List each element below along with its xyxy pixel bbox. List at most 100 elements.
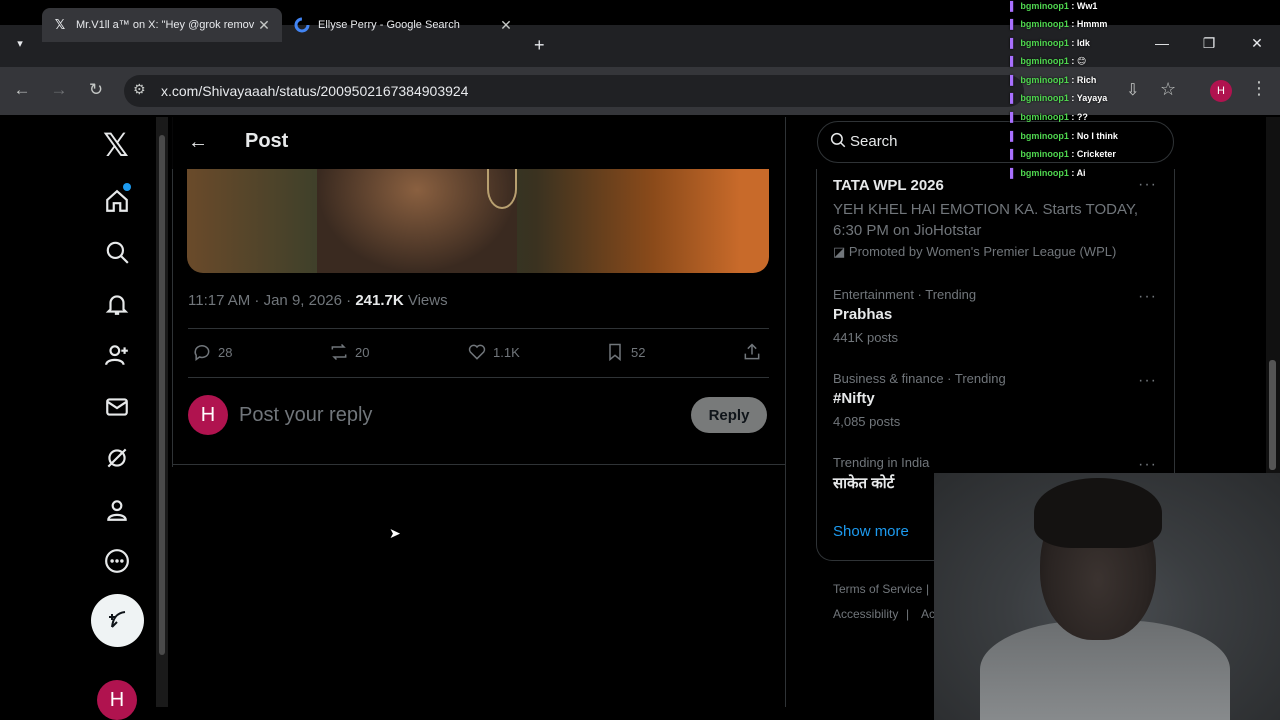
bookmark-star-icon[interactable]: ☆ xyxy=(1160,79,1176,100)
share-action[interactable] xyxy=(742,342,768,362)
right-scrollbar-thumb[interactable] xyxy=(1269,360,1276,470)
post-media-image[interactable] xyxy=(187,169,769,273)
url-text[interactable]: x.com/Shivayaaah/status/2009502167384903… xyxy=(161,83,468,99)
footer-terms-link[interactable]: Terms of Service xyxy=(833,582,922,596)
chat-message: ▌ bgminoop1 : Ai xyxy=(1010,168,1086,178)
promoted-by-label: Promoted by Women's Premier League (WPL) xyxy=(848,244,1117,259)
chat-text: 😊 xyxy=(1076,56,1087,66)
chat-user: bgminoop1 xyxy=(1020,56,1069,66)
close-tab-icon[interactable]: ✕ xyxy=(498,17,514,34)
promoted-icon: ◪ xyxy=(833,244,849,259)
trend-title[interactable]: साकेत कोर्ट xyxy=(833,473,894,493)
compose-post-button[interactable] xyxy=(91,594,144,647)
repost-action[interactable]: 20 xyxy=(329,342,369,362)
views-count: 241.7K xyxy=(355,292,404,309)
minimize-icon[interactable]: — xyxy=(1150,35,1174,51)
chat-badge-icon: ▌ xyxy=(1010,131,1017,141)
reload-icon[interactable]: ↻ xyxy=(84,80,108,100)
profile-avatar[interactable]: H xyxy=(1210,80,1232,102)
bookmark-action[interactable]: 52 xyxy=(605,342,645,362)
account-avatar[interactable]: H xyxy=(97,680,137,720)
chat-text: Ww1 xyxy=(1076,1,1098,11)
show-more-link[interactable]: Show more xyxy=(833,523,909,540)
repost-count: 20 xyxy=(355,344,370,360)
site-info-icon[interactable]: ⚙ xyxy=(133,81,146,98)
grok-icon[interactable] xyxy=(99,440,135,476)
footer-accessibility-link[interactable]: Accessibility xyxy=(833,607,898,621)
reply-icon xyxy=(194,345,210,361)
trend-title[interactable]: #Nifty xyxy=(833,390,875,407)
chat-message: ▌ bgminoop1 : Yayaya xyxy=(1010,93,1108,103)
trend-category: Entertainment · Trending xyxy=(833,287,977,302)
trend-title[interactable]: Prabhas xyxy=(833,306,892,323)
more-options-icon[interactable]: ··· xyxy=(1138,456,1157,474)
chat-user: bgminoop1 xyxy=(1020,1,1069,11)
follow-icon[interactable] xyxy=(99,337,135,373)
bookmark-icon xyxy=(609,343,621,362)
restore-icon[interactable]: ❐ xyxy=(1197,35,1221,52)
back-icon[interactable]: ← xyxy=(10,80,34,100)
chat-text: Hmmm xyxy=(1076,19,1108,29)
chat-text: ?? xyxy=(1076,112,1088,122)
column-divider xyxy=(785,117,786,707)
media-chain xyxy=(487,169,517,209)
post-timestamp[interactable]: 11:17 AM · Jan 9, 2026 · xyxy=(188,292,355,309)
promo-text[interactable]: YEH KHEL HAI EMOTION KA. Starts TODAY, 6… xyxy=(833,199,1153,241)
chat-badge-icon: ▌ xyxy=(1010,93,1017,103)
views-label: Views xyxy=(403,292,448,309)
reply-action[interactable]: 28 xyxy=(192,342,232,362)
more-options-icon[interactable]: ··· xyxy=(1138,372,1157,390)
chat-message: ▌ bgminoop1 : ?? xyxy=(1010,112,1088,122)
webcam-person-hair xyxy=(1034,478,1162,548)
chat-message: ▌ bgminoop1 : Hmmm xyxy=(1010,19,1108,29)
trend-count: 4,085 posts xyxy=(833,414,901,429)
x-logo-icon[interactable]: 𝕏 xyxy=(103,126,129,164)
trend-category: Trending in India xyxy=(833,455,930,470)
new-tab-button[interactable]: + xyxy=(534,35,545,56)
reply-input[interactable]: Post your reply xyxy=(239,404,372,427)
more-options-icon[interactable]: ··· xyxy=(1138,288,1157,306)
like-count: 1.1K xyxy=(493,344,520,360)
chat-text: Yayaya xyxy=(1076,93,1108,103)
tab-google-search[interactable]: Ellyse Perry - Google Search ✕ xyxy=(284,8,524,42)
tab-x-post[interactable]: 𝕏 Mr.V1ll a™ on X: "Hey @grok remov ✕ xyxy=(42,8,282,42)
home-icon[interactable] xyxy=(99,183,135,219)
google-icon xyxy=(294,17,310,33)
page-title: Post xyxy=(245,130,289,152)
like-action[interactable]: 1.1K xyxy=(467,342,520,362)
chat-badge-icon: ▌ xyxy=(1010,75,1017,85)
heart-icon xyxy=(468,344,486,360)
chat-user: bgminoop1 xyxy=(1020,75,1069,85)
chat-badge-icon: ▌ xyxy=(1010,38,1017,48)
chat-text: No I think xyxy=(1076,131,1118,141)
close-tab-icon[interactable]: ✕ xyxy=(256,17,272,34)
more-options-icon[interactable]: ··· xyxy=(1138,176,1157,194)
explore-icon[interactable] xyxy=(99,234,135,270)
chat-message: ▌ bgminoop1 : Rich xyxy=(1010,75,1097,85)
messages-icon[interactable] xyxy=(99,389,135,425)
profile-icon[interactable] xyxy=(99,492,135,528)
chat-message: ▌ bgminoop1 : Ww1 xyxy=(1010,1,1098,11)
post-metadata: 11:17 AM · Jan 9, 2026 · 241.7K Views xyxy=(188,292,448,309)
more-icon[interactable] xyxy=(99,543,135,579)
tab-title: Mr.V1ll a™ on X: "Hey @grok remov xyxy=(76,19,255,31)
back-arrow-icon[interactable]: ← xyxy=(188,131,208,154)
tab-search-chevron-icon[interactable]: ▾ xyxy=(10,37,30,57)
promoted-by: ◪ Promoted by Women's Premier League (WP… xyxy=(833,244,1116,260)
footer-separator: | xyxy=(906,607,910,621)
notifications-icon[interactable] xyxy=(99,286,135,322)
footer-ads-link[interactable]: Ac xyxy=(921,607,935,621)
menu-kebab-icon[interactable]: ⋮ xyxy=(1250,78,1268,99)
reply-count: 28 xyxy=(218,344,233,360)
divider xyxy=(188,377,769,378)
forward-icon[interactable]: → xyxy=(47,80,71,100)
divider xyxy=(172,464,785,465)
close-window-icon[interactable]: ✕ xyxy=(1245,35,1269,52)
install-app-icon[interactable]: ⇩ xyxy=(1126,80,1139,100)
chat-message: ▌ bgminoop1 : Cricketer xyxy=(1010,149,1116,159)
bookmark-count: 52 xyxy=(631,344,646,360)
chat-user: bgminoop1 xyxy=(1020,131,1069,141)
promo-title[interactable]: TATA WPL 2026 xyxy=(833,177,944,194)
reply-button[interactable]: Reply xyxy=(691,397,767,433)
left-scrollbar-thumb[interactable] xyxy=(159,135,165,655)
